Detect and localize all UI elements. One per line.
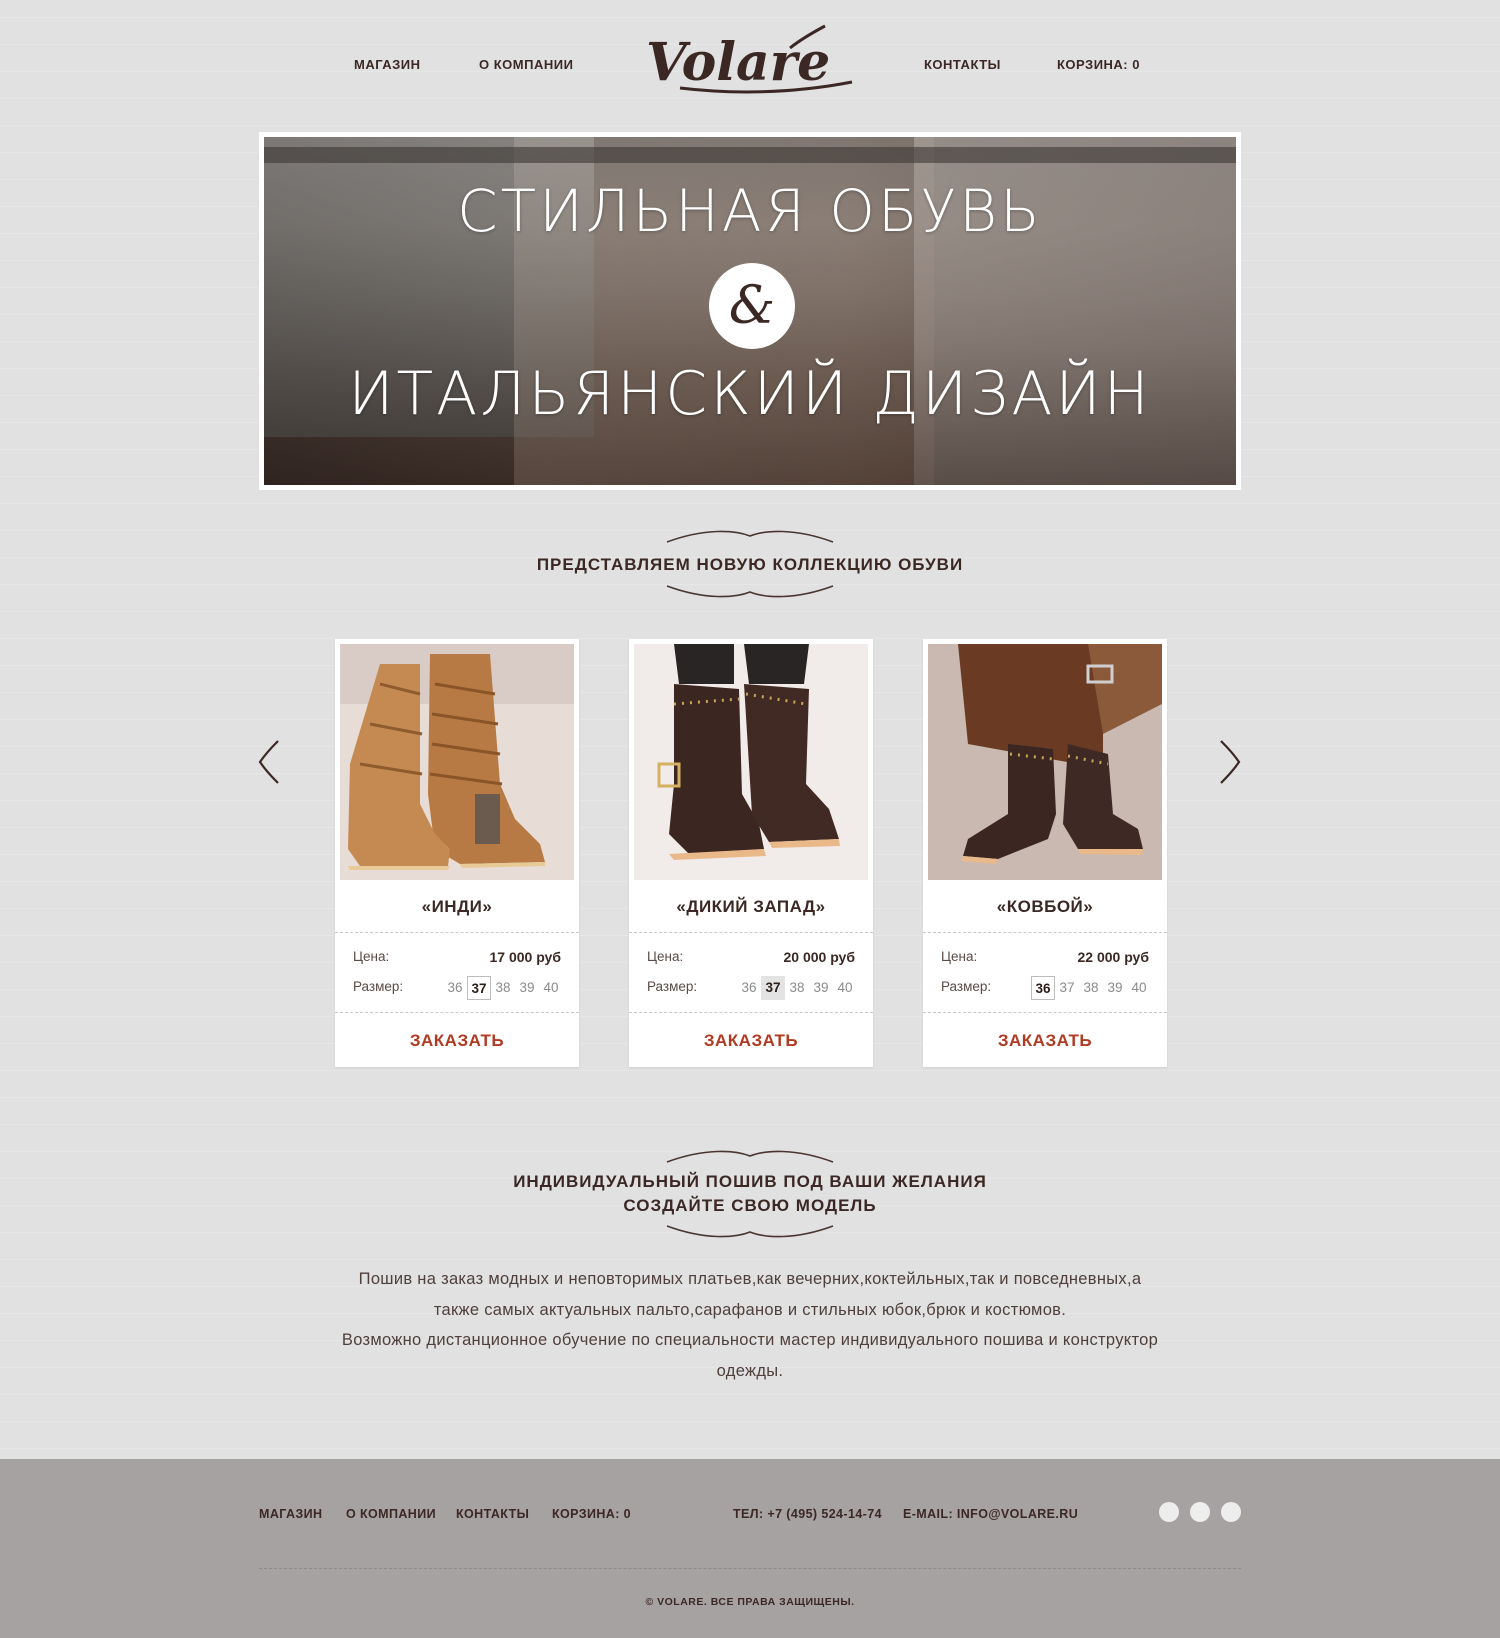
flourish-bottom-icon	[666, 1225, 834, 1238]
hero-title-line1: СТИЛЬНАЯ ОБУВЬ	[457, 177, 1043, 245]
size-option[interactable]: 38	[1079, 976, 1103, 1000]
size-label: Размер:	[647, 979, 698, 994]
nav-cart[interactable]: КОРЗИНА: 0	[1057, 57, 1140, 72]
order-button[interactable]: ЗАКАЗАТЬ	[629, 1014, 873, 1067]
divider	[923, 1012, 1167, 1013]
hero-bg-rail	[264, 147, 1236, 163]
divider	[335, 1012, 579, 1013]
size-option[interactable]: 38	[491, 976, 515, 1000]
custom-description: Пошив на заказ модных и неповторимых пла…	[340, 1264, 1160, 1386]
divider	[629, 932, 873, 933]
carousel-prev-icon[interactable]	[256, 739, 282, 785]
copyright: © VOLARE. ВСЕ ПРАВА ЗАЩИЩЕНЫ.	[645, 1596, 855, 1608]
size-option-selected[interactable]: 36	[1031, 976, 1055, 1000]
custom-paragraph-2: Возможно дистанционное обучение по специ…	[341, 1331, 1159, 1380]
size-selector[interactable]: 36 37 38 39 40	[443, 976, 563, 1000]
nav-shop[interactable]: МАГАЗИН	[354, 57, 421, 72]
order-button[interactable]: ЗАКАЗАТЬ	[335, 1014, 579, 1067]
footer-nav-contacts[interactable]: КОНТАКТЫ	[456, 1507, 529, 1521]
hero-title-line2: ИТАЛЬЯНСКИЙ ДИЗАЙН	[348, 359, 1152, 429]
product-photo[interactable]	[340, 644, 574, 880]
custom-title-line1: ИНДИВИДУАЛЬНЫЙ ПОШИВ ПОД ВАШИ ЖЕЛАНИЯ	[513, 1172, 987, 1191]
size-selector[interactable]: 36 37 38 39 40	[737, 976, 857, 1000]
hero-image: СТИЛЬНАЯ ОБУВЬ & ИТАЛЬЯНСКИЙ ДИЗАЙН	[264, 137, 1236, 485]
volare-logo-mark: Volare	[646, 24, 853, 94]
size-option[interactable]: 36	[443, 976, 467, 1000]
footer-nav-shop[interactable]: МАГАЗИН	[259, 1507, 322, 1521]
svg-text:Volare: Volare	[646, 32, 830, 93]
product-price: 22 000 руб	[1077, 949, 1149, 965]
product-photo[interactable]	[634, 644, 868, 880]
flourish-bottom-icon	[666, 585, 834, 598]
size-option[interactable]: 40	[539, 976, 563, 1000]
size-option-selected[interactable]: 37	[467, 976, 491, 1000]
divider	[923, 932, 1167, 933]
flourish-top-icon	[666, 530, 834, 543]
size-option[interactable]: 39	[809, 976, 833, 1000]
divider	[335, 932, 579, 933]
size-option[interactable]: 37	[1055, 976, 1079, 1000]
product-name[interactable]: «ИНДИ»	[335, 897, 579, 917]
size-option[interactable]: 38	[785, 976, 809, 1000]
size-option[interactable]: 40	[1127, 976, 1151, 1000]
size-selector[interactable]: 36 37 38 39 40	[1031, 976, 1151, 1000]
size-label: Размер:	[941, 979, 992, 994]
divider	[629, 1012, 873, 1013]
price-label: Цена:	[647, 949, 684, 964]
product-card-indi[interactable]: «ИНДИ» Цена: 17 000 руб Размер: 36 37 38…	[335, 639, 579, 1067]
footer-phone: ТЕЛ: +7 (495) 524-14-74	[733, 1507, 882, 1521]
hero-banner: СТИЛЬНАЯ ОБУВЬ & ИТАЛЬЯНСКИЙ ДИЗАЙН	[259, 132, 1241, 490]
product-name[interactable]: «ДИКИЙ ЗАПАД»	[629, 897, 873, 917]
price-label: Цена:	[353, 949, 390, 964]
footer-nav-about[interactable]: О КОМПАНИИ	[346, 1507, 436, 1521]
size-label: Размер:	[353, 979, 404, 994]
social-icon[interactable]	[1159, 1502, 1179, 1522]
social-icon[interactable]	[1221, 1502, 1241, 1522]
boot-dark-image	[634, 644, 868, 880]
boot-cowboy-image	[928, 644, 1162, 880]
footer-email[interactable]: E-MAIL: INFO@VOLARE.RU	[903, 1507, 1078, 1521]
nav-about[interactable]: О КОМПАНИИ	[479, 57, 573, 72]
size-option-selected[interactable]: 37	[761, 976, 785, 1000]
social-icon[interactable]	[1190, 1502, 1210, 1522]
size-option[interactable]: 39	[1103, 976, 1127, 1000]
custom-paragraph-1: Пошив на заказ модных и неповторимых пла…	[358, 1270, 1142, 1319]
product-photo[interactable]	[928, 644, 1162, 880]
carousel-next-icon[interactable]	[1217, 739, 1243, 785]
flourish-top-icon	[666, 1150, 834, 1163]
size-option[interactable]: 39	[515, 976, 539, 1000]
nav-contacts[interactable]: КОНТАКТЫ	[924, 57, 1001, 72]
custom-title-line2: СОЗДАЙТЕ СВОЮ МОДЕЛЬ	[623, 1196, 877, 1215]
product-card-wild-west[interactable]: «ДИКИЙ ЗАПАД» Цена: 20 000 руб Размер: 3…	[629, 639, 873, 1067]
product-card-cowboy[interactable]: «КОВБОЙ» Цена: 22 000 руб Размер: 36 37 …	[923, 639, 1167, 1067]
volare-logo[interactable]: Volare	[640, 18, 860, 98]
price-label: Цена:	[941, 949, 978, 964]
order-button[interactable]: ЗАКАЗАТЬ	[923, 1014, 1167, 1067]
boot-tan-image	[340, 644, 574, 880]
collection-title: ПРЕДСТАВЛЯЕМ НОВУЮ КОЛЛЕКЦИЮ ОБУВИ	[536, 555, 964, 574]
size-option[interactable]: 40	[833, 976, 857, 1000]
footer	[0, 1459, 1500, 1638]
footer-divider	[259, 1568, 1241, 1569]
product-price: 17 000 руб	[489, 949, 561, 965]
size-option[interactable]: 36	[737, 976, 761, 1000]
product-name[interactable]: «КОВБОЙ»	[923, 897, 1167, 917]
hero-ampersand-badge: &	[709, 263, 795, 349]
product-price: 20 000 руб	[783, 949, 855, 965]
footer-nav-cart[interactable]: КОРЗИНА: 0	[552, 1507, 631, 1521]
